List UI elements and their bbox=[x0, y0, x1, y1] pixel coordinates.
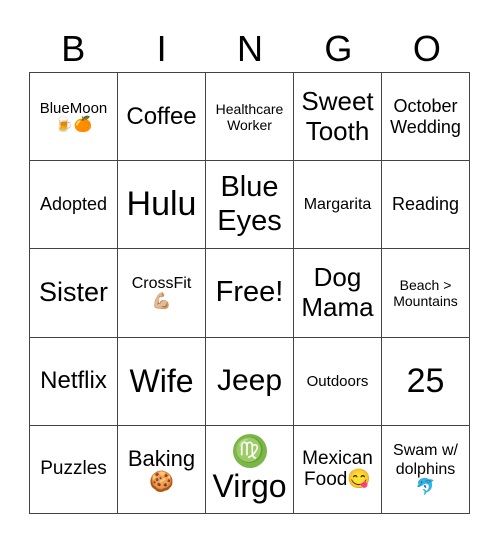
bingo-cell[interactable]: Reading bbox=[382, 161, 470, 250]
bingo-cell[interactable]: October Wedding bbox=[382, 73, 470, 162]
cell-label: Puzzles bbox=[40, 458, 107, 480]
bingo-cell[interactable]: Baking 🍪 bbox=[118, 425, 206, 514]
bingo-cell[interactable]: Swam w/ dolphins 🐬 bbox=[382, 425, 470, 514]
cell-label: Dog Mama bbox=[301, 262, 374, 322]
bingo-cell[interactable]: Adopted bbox=[30, 161, 118, 250]
bingo-cell[interactable]: 25 bbox=[382, 337, 470, 426]
bingo-cell[interactable]: Outdoors bbox=[294, 337, 382, 426]
bingo-header: B I N G O bbox=[29, 26, 471, 72]
cell-label: Baking bbox=[127, 445, 196, 471]
bingo-cell[interactable]: Wife bbox=[118, 337, 206, 426]
cell-label: CrossFit bbox=[131, 275, 192, 292]
bingo-cell[interactable]: Blue Eyes bbox=[206, 161, 294, 250]
cell-label: Outdoors bbox=[306, 372, 369, 390]
emoji-icon: 💪🏼 bbox=[151, 293, 172, 311]
cell-label: Coffee bbox=[126, 102, 197, 130]
bingo-cell[interactable]: Netflix bbox=[30, 337, 118, 426]
cell-label: Blue Eyes bbox=[217, 171, 282, 237]
cell-label: Reading bbox=[391, 194, 460, 215]
emoji-icon: 🐬 bbox=[415, 478, 436, 496]
cell-label: Netflix bbox=[40, 367, 107, 395]
cell-label: Margarita bbox=[303, 195, 372, 213]
cell-label: Healthcare Worker bbox=[215, 100, 284, 133]
header-letter-b: B bbox=[61, 28, 86, 69]
cell-label: Mexican Food😋 bbox=[302, 447, 373, 491]
cell-label: Beach > Mountains bbox=[393, 276, 458, 309]
bingo-cell[interactable]: CrossFit 💪🏼 bbox=[118, 249, 206, 338]
header-letter-n: N bbox=[237, 28, 264, 69]
cell-label: Free! bbox=[215, 276, 284, 309]
bingo-cell[interactable]: Dog Mama bbox=[294, 249, 382, 338]
emoji-icon: 🍺🍊 bbox=[54, 115, 93, 133]
header-letter-o: O bbox=[412, 28, 441, 69]
bingo-cell[interactable]: Beach > Mountains bbox=[382, 249, 470, 338]
cell-label: BlueMoon bbox=[39, 99, 108, 117]
bingo-cell[interactable]: Sweet Tooth bbox=[294, 73, 382, 162]
cell-label: Swam w/ dolphins bbox=[393, 442, 458, 478]
bingo-cell[interactable]: Puzzles bbox=[30, 425, 118, 514]
bingo-cell[interactable]: Margarita bbox=[294, 161, 382, 250]
emoji-icon: 🍪 bbox=[149, 471, 174, 494]
bingo-cell[interactable]: BlueMoon 🍺🍊 bbox=[30, 73, 118, 162]
bingo-cell[interactable]: Free! bbox=[206, 249, 294, 338]
bingo-cell[interactable]: Hulu bbox=[118, 161, 206, 250]
cell-label: Virgo bbox=[212, 467, 287, 504]
cell-label: Wife bbox=[129, 362, 194, 399]
bingo-cell[interactable]: Healthcare Worker bbox=[206, 73, 294, 162]
cell-label: Adopted bbox=[39, 194, 108, 215]
cell-label: Hulu bbox=[126, 185, 197, 224]
bingo-cell[interactable]: Jeep bbox=[206, 337, 294, 426]
cell-label: Sister bbox=[38, 277, 109, 308]
bingo-cell[interactable]: ♍ Virgo bbox=[206, 425, 294, 514]
bingo-grid: BlueMoon 🍺🍊 Coffee Healthcare Worker Sweet T… bbox=[29, 72, 470, 514]
header-letter-i: I bbox=[156, 28, 167, 69]
bingo-cell[interactable]: Sister bbox=[30, 249, 118, 338]
virgo-icon: ♍ bbox=[232, 433, 267, 468]
cell-label: Sweet Tooth bbox=[301, 85, 374, 146]
bingo-cell[interactable]: Mexican Food😋 bbox=[294, 425, 382, 514]
header-letter-g: G bbox=[324, 28, 353, 69]
cell-label: 25 bbox=[406, 361, 445, 400]
cell-label: October Wedding bbox=[390, 95, 461, 137]
bingo-cell[interactable]: Coffee bbox=[118, 73, 206, 162]
cell-label: Jeep bbox=[216, 363, 283, 397]
